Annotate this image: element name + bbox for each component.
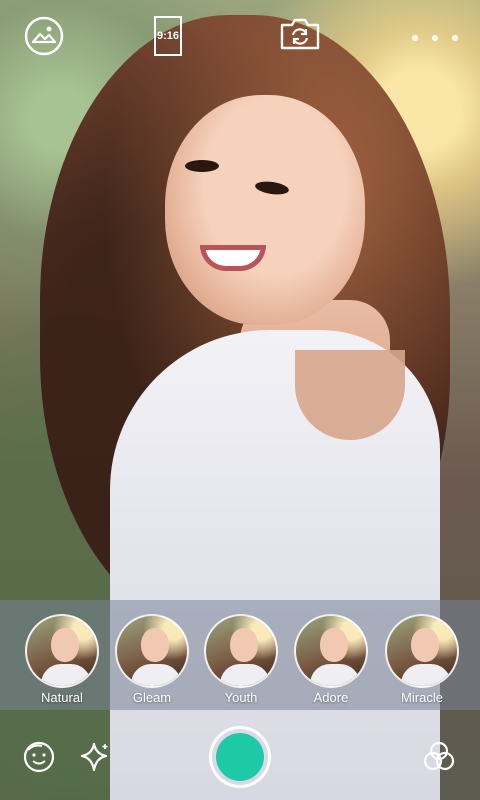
bottom-toolbar bbox=[0, 710, 480, 800]
more-dots-icon bbox=[411, 34, 459, 42]
more-options-button[interactable] bbox=[410, 30, 460, 42]
sparkle-icon bbox=[80, 742, 108, 772]
gallery-button[interactable] bbox=[24, 16, 64, 56]
filter-thumbnail bbox=[115, 614, 189, 688]
filter-miracle[interactable]: Miracle bbox=[382, 614, 462, 705]
effects-button[interactable] bbox=[78, 740, 112, 774]
beauty-button[interactable] bbox=[22, 740, 56, 774]
filter-label: Adore bbox=[313, 690, 349, 705]
filter-thumbnail bbox=[25, 614, 99, 688]
filter-adore[interactable]: Adore bbox=[291, 614, 371, 705]
color-circles-icon bbox=[423, 741, 455, 771]
camera-flip-button[interactable] bbox=[278, 16, 322, 52]
filter-gleam[interactable]: Gleam bbox=[112, 614, 192, 705]
filter-label: Gleam bbox=[132, 690, 172, 705]
preview-eye-left bbox=[185, 160, 219, 172]
aspect-ratio-button[interactable]: 9:16 bbox=[154, 16, 188, 56]
filter-natural[interactable]: Natural bbox=[22, 614, 102, 705]
filter-youth[interactable]: Youth bbox=[201, 614, 281, 705]
filter-thumbnail bbox=[385, 614, 459, 688]
filter-thumbnail bbox=[204, 614, 278, 688]
filter-strip: Natural Gleam Youth Adore Miracle bbox=[0, 600, 480, 710]
gallery-icon bbox=[24, 16, 64, 56]
aspect-ratio-label: 9:16 bbox=[154, 16, 182, 56]
camera-flip-icon bbox=[280, 18, 320, 50]
filter-label: Miracle bbox=[401, 690, 443, 705]
filter-label: Natural bbox=[41, 690, 83, 705]
shutter-button[interactable] bbox=[209, 726, 271, 788]
face-beauty-icon bbox=[23, 741, 55, 773]
filter-thumbnail bbox=[294, 614, 368, 688]
top-toolbar: 9:16 bbox=[0, 0, 480, 70]
filter-label: Youth bbox=[224, 690, 258, 705]
filters-toggle-button[interactable] bbox=[422, 740, 456, 774]
preview-subject-face bbox=[165, 95, 365, 325]
shutter-core bbox=[216, 733, 264, 781]
